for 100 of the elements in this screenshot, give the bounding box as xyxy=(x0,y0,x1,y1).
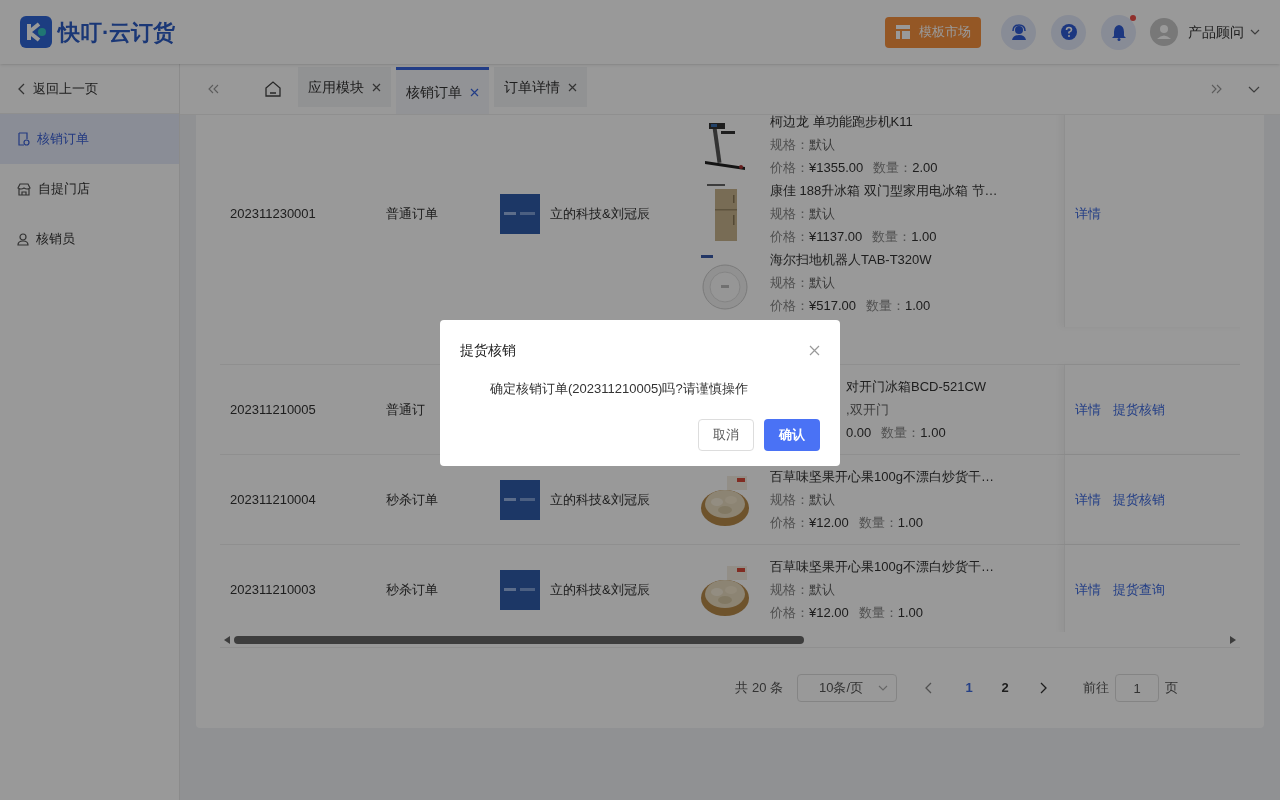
spec-label: 规格： xyxy=(770,491,809,509)
table-cell-text: 202311210004 xyxy=(229,490,317,509)
quantity-label: 数量： xyxy=(858,604,898,622)
quantity-value: 1.00 xyxy=(897,514,924,532)
dialog-title: 提货核销 xyxy=(460,341,516,360)
scroll-left-icon[interactable] xyxy=(224,635,230,644)
spec-label: 规格： xyxy=(770,581,809,599)
quantity-label: 数量： xyxy=(881,424,921,442)
close-icon[interactable] xyxy=(809,345,820,356)
price-label: 价格： xyxy=(770,514,809,532)
sidebar-item[interactable]: 自提门店 xyxy=(0,164,179,214)
bell-icon xyxy=(1110,23,1127,41)
help-button[interactable] xyxy=(1051,14,1086,50)
prev-page-icon[interactable] xyxy=(925,682,932,694)
sidebar-item[interactable]: 核销员 xyxy=(0,214,179,264)
user-icon xyxy=(17,232,29,246)
close-icon[interactable] xyxy=(372,82,381,92)
table-cell-text: 普通订单 xyxy=(386,204,439,223)
spec-value: 默认 xyxy=(809,136,835,154)
page-number[interactable]: 2 xyxy=(992,678,1018,698)
quantity-value: 2.00 xyxy=(912,159,938,177)
chevron-down-icon xyxy=(878,685,888,691)
user-name[interactable]: 产品顾问 xyxy=(1188,21,1244,43)
price-value: ¥517.00 xyxy=(809,297,856,315)
price-value: ¥1355.00 xyxy=(809,159,864,177)
tab[interactable]: 应用模块 xyxy=(298,67,391,107)
page-size-select[interactable]: 10条/页 xyxy=(797,674,897,702)
action-link[interactable]: 详情 xyxy=(1075,203,1101,224)
headset-icon xyxy=(1009,23,1028,41)
product-name: 百草味坚果开心果100g不漂白炒货干… xyxy=(770,558,994,576)
price-label: 价格： xyxy=(770,228,809,246)
spec-value: ,双开门 xyxy=(846,401,889,419)
spec-value: 默认 xyxy=(809,581,835,599)
product-name: 康佳 188升冰箱 双门型家用电冰箱 节… xyxy=(770,182,998,200)
logo-icon xyxy=(20,16,52,48)
spec-value: 默认 xyxy=(809,491,835,509)
dialog-message: 确定核销订单(202311210005)吗?请谨慎操作 xyxy=(489,380,749,398)
quantity-label: 数量： xyxy=(858,514,898,532)
document-icon xyxy=(17,132,30,146)
quantity-label: 数量： xyxy=(866,297,905,315)
support-button[interactable] xyxy=(1001,14,1036,50)
store-icon xyxy=(17,182,31,196)
quantity-value: 1.00 xyxy=(920,424,946,442)
page-input[interactable]: 1 xyxy=(1115,674,1159,702)
price-value: ¥12.00 xyxy=(809,514,849,532)
table-cell-text: 立的科技&刘冠辰 xyxy=(550,580,650,599)
table-cell-text: 秒杀订单 xyxy=(386,490,439,509)
table-cell-text: 秒杀订单 xyxy=(386,580,439,599)
table-cell-text: 202311210003 xyxy=(229,580,317,599)
product-name: 柯边龙 单功能跑步机K11 xyxy=(770,115,914,131)
close-icon[interactable] xyxy=(470,87,479,97)
action-link[interactable]: 详情 xyxy=(1075,579,1101,600)
chevron-down-icon[interactable] xyxy=(1248,86,1260,93)
goto-suffix: 页 xyxy=(1165,679,1178,698)
cancel-button[interactable]: 取消 xyxy=(698,418,754,451)
price-value: ¥12.00 xyxy=(809,604,849,622)
price-label: 价格： xyxy=(770,297,809,315)
quantity-value: 1.00 xyxy=(911,228,937,246)
table-cell-text: 202311230001 xyxy=(229,204,317,223)
quantity-label: 数量： xyxy=(873,159,913,177)
spec-label: 规格： xyxy=(770,136,809,154)
close-icon[interactable] xyxy=(568,82,577,92)
spec-label: 规格： xyxy=(770,205,809,223)
total-count: 共 20 条 xyxy=(735,679,783,698)
notification-button[interactable] xyxy=(1101,14,1136,50)
home-icon[interactable] xyxy=(264,80,282,98)
price-value: 0.00 xyxy=(846,424,872,442)
table-cell-text: 立的科技&刘冠辰 xyxy=(550,204,650,223)
table-cell-text: 普通订 xyxy=(386,400,426,419)
action-link[interactable]: 详情 xyxy=(1075,489,1101,510)
price-value: ¥1137.00 xyxy=(809,228,863,246)
quantity-label: 数量： xyxy=(872,228,912,246)
action-link[interactable]: 提货核销 xyxy=(1113,489,1165,510)
price-label: 价格： xyxy=(770,159,809,177)
action-link[interactable]: 提货核销 xyxy=(1113,399,1165,420)
quantity-value: 1.00 xyxy=(905,297,931,315)
chevron-down-icon[interactable] xyxy=(1250,29,1260,35)
product-name: 海尔扫地机器人TAB-T320W xyxy=(770,251,932,269)
next-page-icon[interactable] xyxy=(1040,682,1047,694)
help-icon xyxy=(1059,23,1078,41)
confirm-button[interactable]: 确认 xyxy=(764,418,820,451)
double-chevron-right-icon[interactable] xyxy=(1210,84,1222,94)
product-name: 百草味坚果开心果100g不漂白炒货干… xyxy=(770,468,994,486)
tab[interactable]: 核销订单 xyxy=(396,67,489,114)
action-link[interactable]: 详情 xyxy=(1075,399,1101,420)
price-label: 价格： xyxy=(770,604,809,622)
double-chevron-left-icon[interactable] xyxy=(208,84,220,94)
chevron-left-icon xyxy=(18,82,25,95)
logo-text: 快叮·云订货 xyxy=(58,18,176,47)
table-cell-text: 202311210005 xyxy=(229,400,317,419)
spec-value: 默认 xyxy=(809,274,835,292)
scrollbar-thumb[interactable] xyxy=(234,635,804,644)
page-number[interactable]: 1 xyxy=(956,678,982,698)
spec-label: 规格： xyxy=(770,274,809,292)
spec-value: 默认 xyxy=(809,205,835,223)
sidebar-item[interactable]: 核销订单 xyxy=(0,114,179,164)
scroll-right-icon[interactable] xyxy=(1230,635,1236,644)
avatar-icon xyxy=(1150,18,1178,46)
tab[interactable]: 订单详情 xyxy=(494,67,587,107)
action-link[interactable]: 提货查询 xyxy=(1113,579,1165,600)
